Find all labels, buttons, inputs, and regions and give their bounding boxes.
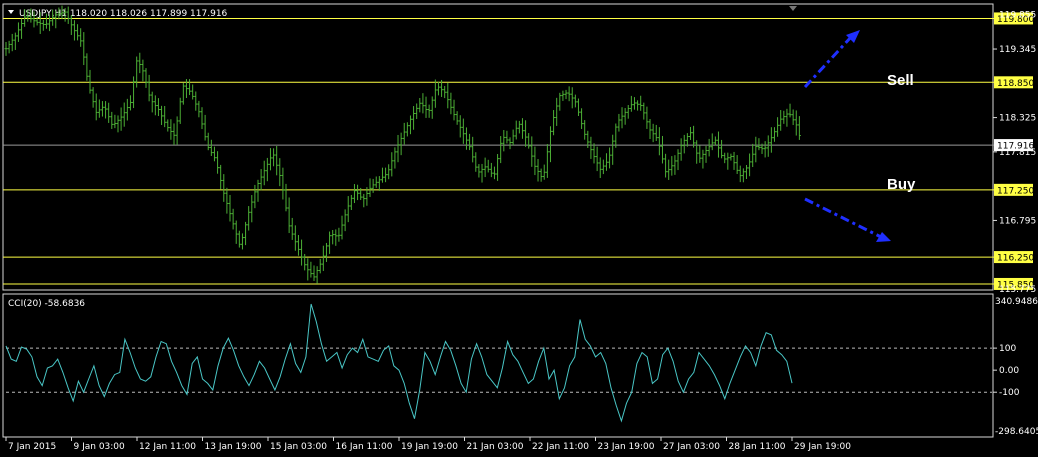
cci-tick-label: 0.00 <box>999 366 1019 376</box>
time-tick-label: 22 Jan 11:00 <box>532 442 589 452</box>
cci-panel-frame <box>2 293 994 438</box>
level-price-label: 117.250 <box>997 186 1034 196</box>
time-axis: 7 Jan 2015 9 Jan 03:00 12 Jan 11:00 13 Jan … <box>5 437 851 452</box>
sell-label: Sell <box>887 72 914 89</box>
time-tick-label: 16 Jan 11:00 <box>336 442 393 452</box>
price-tick-label: 119.345 <box>999 45 1036 55</box>
level-price-label: 118.850 <box>997 79 1034 89</box>
cci-tick-label: -100 <box>999 388 1020 398</box>
price-tick-label: 117.815 <box>999 148 1036 158</box>
chart-window[interactable]: USDJPY,H1 118.020 118.026 117.899 117.91… <box>0 0 1038 457</box>
time-tick-label: 19 Jan 19:00 <box>401 442 458 452</box>
price-tick-label: 116.795 <box>999 216 1036 226</box>
cci-tick-label: 100 <box>999 344 1016 354</box>
time-tick-label: 29 Jan 19:00 <box>794 442 851 452</box>
time-tick-label: 13 Jan 19:00 <box>205 442 262 452</box>
cci-tick-label: -298.6405 <box>995 427 1038 437</box>
time-tick-label: 15 Jan 03:00 <box>270 442 327 452</box>
time-tick-label: 27 Jan 03:00 <box>663 442 720 452</box>
price-panel-frame <box>2 3 994 291</box>
cci-panel-title: CCI(20) -58.6836 <box>8 299 85 309</box>
buy-label: Buy <box>887 176 916 193</box>
price-axis: 119.800118.850117.250116.250115.850117.9… <box>993 11 1036 295</box>
time-tick-label: 23 Jan 19:00 <box>598 442 655 452</box>
level-price-label: 116.250 <box>997 254 1034 264</box>
cci-axis: 340.9486 100 0.00 -100 -298.6405 <box>993 297 1038 437</box>
price-tick-label: 118.325 <box>999 114 1036 124</box>
price-panel-title: USDJPY,H1 118.020 118.026 117.899 117.91… <box>19 9 228 19</box>
time-tick-label: 28 Jan 11:00 <box>729 442 786 452</box>
price-tick-label-partial: 119.855 <box>999 11 1036 21</box>
time-tick-label: 7 Jan 2015 <box>8 442 56 452</box>
time-tick-label: 9 Jan 03:00 <box>74 442 126 452</box>
time-tick-label: 21 Jan 03:00 <box>467 442 524 452</box>
chart-canvas[interactable]: USDJPY,H1 118.020 118.026 117.899 117.91… <box>0 0 1038 457</box>
price-tick-label-partial: 115.775 <box>999 285 1036 295</box>
cci-tick-label: 340.9486 <box>995 297 1038 307</box>
time-tick-label: 12 Jan 11:00 <box>139 442 196 452</box>
